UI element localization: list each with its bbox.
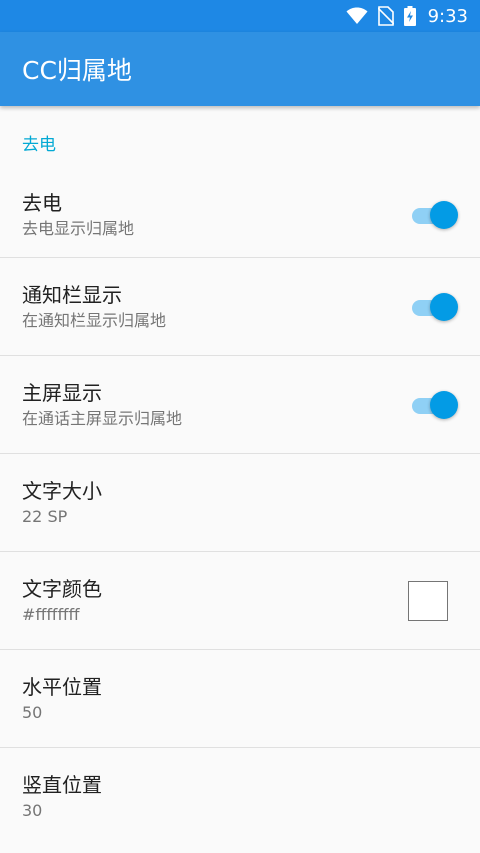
pref-text: 水平位置 50: [22, 673, 458, 725]
pref-title: 水平位置: [22, 674, 102, 699]
pref-notification-display[interactable]: 通知栏显示 在通知栏显示归属地: [0, 258, 480, 356]
pref-summary: 在通话主屏显示归属地: [22, 408, 183, 428]
no-sim-icon: [377, 6, 394, 26]
text-color-swatch[interactable]: [408, 580, 448, 621]
pref-main-screen-display[interactable]: 主屏显示 在通话主屏显示归属地: [0, 356, 480, 454]
status-time: 9:33: [427, 5, 468, 27]
pref-summary: 50: [22, 702, 43, 722]
pref-title: 文字颜色: [22, 576, 102, 601]
switch-thumb: [430, 292, 458, 321]
pref-title: 通知栏显示: [22, 282, 122, 307]
pref-text-color[interactable]: 文字颜色 #ffffffff: [0, 552, 480, 650]
pref-summary: 22 SP: [22, 506, 68, 526]
preference-list: 去电 去电显示归属地 通知栏显示 在通知栏显示归属地 主屏显示 在通话主屏显示归…: [0, 172, 480, 846]
main-screen-display-toggle[interactable]: [408, 390, 458, 420]
notification-display-toggle[interactable]: [408, 292, 458, 322]
app-title: CC归属地: [22, 56, 132, 85]
status-bar: 9:33: [0, 0, 480, 32]
pref-text: 文字大小 22 SP: [22, 477, 458, 529]
status-icons: 9:33: [346, 6, 468, 27]
pref-text: 去电 去电显示归属地: [22, 189, 408, 241]
wifi-icon: [346, 7, 368, 25]
switch-thumb: [430, 200, 458, 229]
switch-thumb: [430, 390, 458, 419]
app-bar: CC归属地: [0, 32, 480, 106]
battery-charging-icon: [403, 6, 416, 26]
pref-text: 竖直位置 30: [22, 771, 458, 823]
pref-text: 通知栏显示 在通知栏显示归属地: [22, 281, 408, 333]
pref-horizontal-position[interactable]: 水平位置 50: [0, 650, 480, 748]
pref-title: 竖直位置: [22, 773, 102, 797]
pref-title: 主屏显示: [22, 380, 102, 405]
pref-title: 文字大小: [22, 478, 102, 503]
pref-text: 文字颜色 #ffffffff: [22, 575, 408, 627]
outgoing-call-toggle[interactable]: [408, 200, 458, 230]
pref-summary: 在通知栏显示归属地: [22, 310, 167, 330]
category-title: 去电: [22, 134, 56, 155]
pref-title: 去电: [22, 190, 62, 215]
pref-summary: 去电显示归属地: [22, 218, 135, 238]
pref-vertical-position[interactable]: 竖直位置 30: [0, 748, 480, 846]
pref-summary: #ffffffff: [22, 604, 80, 624]
pref-outgoing-call[interactable]: 去电 去电显示归属地: [0, 172, 480, 258]
category-header: 去电: [0, 106, 480, 172]
pref-summary: 30: [22, 801, 43, 820]
pref-text: 主屏显示 在通话主屏显示归属地: [22, 379, 408, 431]
pref-text-size[interactable]: 文字大小 22 SP: [0, 454, 480, 552]
